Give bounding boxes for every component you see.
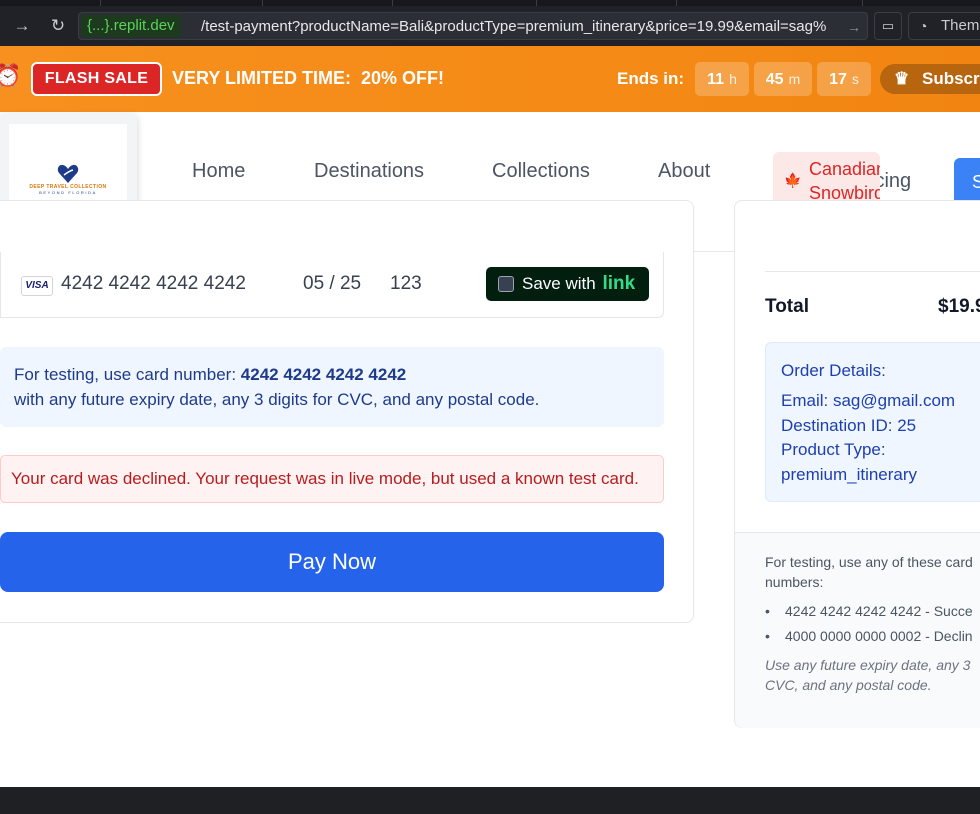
subscribe-button[interactable]: ♛ Subscri [880,64,980,94]
url-host: {...}.replit.dev [81,15,181,37]
subscribe-label: Subscri [922,69,980,88]
card-error-message: Your card was declined. Your request was… [0,455,664,503]
flash-sale-banner: ⏰ FLASH SALE VERY LIMITED TIME: 20% OFF!… [0,46,980,112]
heart-logo-icon [57,164,79,183]
order-product-type-value: premium_itinerary [781,465,918,484]
save-checkbox[interactable] [498,276,514,292]
nav-destinations[interactable]: Destinations [314,158,424,184]
forward-arrow-icon[interactable]: → [10,14,34,38]
save-with-label: Save with [522,274,596,293]
screen-icon[interactable]: ▭ [874,12,902,40]
browser-toolbar: → ↻ {...}.replit.dev /test-payment?produ… [0,6,980,46]
snowbirds-line1: Canadian [809,159,880,179]
total-value: $19.9 [938,296,980,317]
link-brand: link [602,273,636,294]
sign-in-button[interactable]: S [954,158,980,206]
nav-collections[interactable]: Collections [492,158,590,184]
crown-icon: ♛ [894,69,910,88]
info-prefix: For testing, use card number: [14,365,241,384]
address-bar[interactable]: {...}.replit.dev /test-payment?productNa… [78,12,868,40]
page-footer [0,787,980,814]
test-cards-intro: For testing, use any of these card numbe… [765,554,973,590]
canada-flag-icon: 🍁 [784,172,802,188]
info-card-number: 4242 4242 4242 4242 [240,365,407,384]
total-label: Total [765,296,809,317]
save-with-link-button[interactable]: Save with link [486,267,649,301]
alarm-clock-icon: ⏰ [0,63,22,88]
flash-sale-message: VERY LIMITED TIME: 20% OFF! [172,68,445,88]
order-product-type-label: Product Type: [781,440,886,459]
order-details-title: Order Details: [781,361,886,380]
nav-about[interactable]: About [658,158,710,184]
countdown-minutes: 45 m [754,62,812,96]
reload-icon[interactable]: ↻ [46,14,70,38]
visa-icon: VISA [21,276,53,296]
test-cards-divider [735,532,980,533]
test-card-item: 4242 4242 4242 4242 - Succe [765,601,973,621]
order-email: Email: sag@gmail.com [781,391,956,410]
test-cards-footer: Use any future expiry date, any 3 CVC, a… [765,657,971,693]
flash-sale-badge: FLASH SALE [31,62,162,96]
summary-divider [765,271,980,272]
card-input[interactable]: VISA 4242 4242 4242 4242 05 / 25 123 Sav… [0,252,664,318]
countdown-hours: 11 h [695,62,749,96]
pay-now-button[interactable]: Pay Now [0,532,664,592]
card-cvc-field[interactable]: 123 [390,272,422,296]
go-arrow-icon[interactable]: → [847,16,861,38]
info-suffix: with any future expiry date, any 3 digit… [14,390,540,409]
order-details-box: Order Details: Email: sag@gmail.com Dest… [765,342,980,502]
test-card-item: 4000 0000 0000 0002 - Declin [765,626,973,646]
theme-button[interactable]: ◔ Them [908,12,980,40]
order-destination-id: Destination ID: 25 [781,416,917,435]
test-card-info: For testing, use card number: 4242 4242 … [0,347,664,427]
countdown-seconds: 17 s [817,62,871,96]
nav-home[interactable]: Home [192,158,245,184]
palette-icon: ◔ [919,18,928,34]
url-path: /test-payment?productName=Bali&productTy… [201,18,827,35]
card-expiry-field[interactable]: 05 / 25 [303,272,361,296]
ends-in-label: Ends in: [617,69,685,88]
card-number-field[interactable]: 4242 4242 4242 4242 [61,272,246,296]
logo-subtitle: BEYOND FLORIDA [39,190,97,195]
theme-label: Them [941,17,980,34]
